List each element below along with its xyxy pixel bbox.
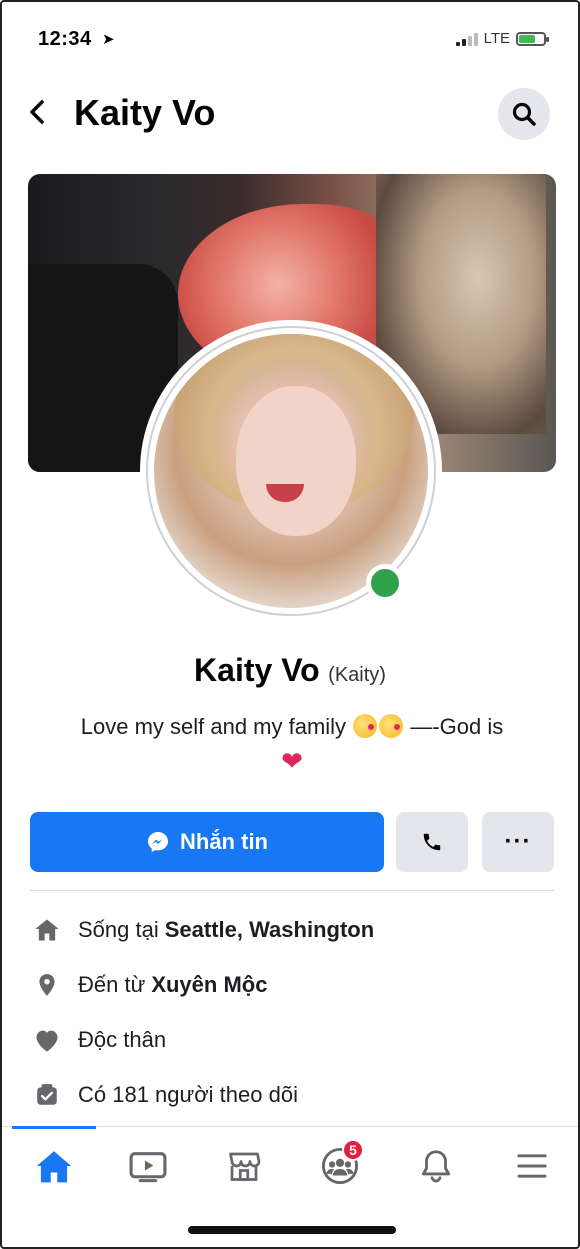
kiss-emoji-icon bbox=[353, 714, 378, 738]
search-button[interactable] bbox=[498, 88, 550, 140]
tab-home[interactable] bbox=[26, 1141, 82, 1191]
battery-icon bbox=[516, 31, 549, 46]
back-button[interactable] bbox=[22, 94, 52, 130]
page-title: Kaity Vo bbox=[74, 92, 216, 133]
kiss-emoji-icon bbox=[379, 714, 404, 738]
status-indicators: LTE bbox=[455, 30, 549, 47]
online-status-indicator bbox=[366, 564, 404, 602]
profile-name-main: Kaity Vo bbox=[194, 652, 320, 688]
lives-in-value[interactable]: Seattle, Washington bbox=[165, 917, 374, 943]
tab-watch[interactable] bbox=[120, 1141, 176, 1191]
menu-icon bbox=[517, 1154, 547, 1178]
messenger-icon bbox=[148, 832, 168, 852]
divider bbox=[30, 890, 554, 891]
home-icon bbox=[36, 1151, 72, 1183]
status-time: 12:34 bbox=[38, 28, 92, 50]
watch-icon bbox=[129, 1152, 167, 1183]
profile-name: Kaity Vo (Kaity) bbox=[2, 652, 578, 689]
tab-notifications[interactable] bbox=[408, 1141, 464, 1191]
location-pin-icon bbox=[30, 968, 64, 1002]
profile-alternate-name: (Kaity) bbox=[328, 664, 386, 686]
signal-icon bbox=[455, 32, 478, 46]
more-options-button[interactable]: ··· bbox=[482, 812, 554, 872]
from-value[interactable]: Xuyên Mộc bbox=[151, 972, 267, 998]
chevron-left-icon bbox=[30, 100, 44, 124]
marketplace-icon bbox=[229, 1152, 261, 1181]
bio-text-tail: —-God is bbox=[410, 714, 504, 739]
bell-icon bbox=[421, 1150, 451, 1183]
profile-actions: Nhắn tin ··· bbox=[30, 812, 554, 872]
active-tab-indicator bbox=[12, 1126, 96, 1129]
location-arrow-icon: ➤ bbox=[102, 31, 115, 48]
more-icon: ··· bbox=[504, 828, 532, 855]
info-followers[interactable]: Có 181 người theo dõi bbox=[30, 1067, 554, 1122]
profile-bio: Love my self and my family —-God is ❤ bbox=[22, 710, 562, 778]
search-icon bbox=[512, 102, 536, 126]
home-icon bbox=[30, 913, 64, 947]
heart-emoji-icon: ❤ bbox=[281, 746, 303, 776]
profile-header: Kaity Vo bbox=[2, 82, 578, 146]
tab-menu[interactable] bbox=[504, 1141, 560, 1191]
profile-intro: Sống tại Seattle, Washington Đến từ Xuyên … bbox=[30, 902, 554, 1122]
groups-notification-badge: 5 bbox=[342, 1139, 364, 1161]
info-lives-in[interactable]: Sống tại Seattle, Washington bbox=[30, 902, 554, 957]
phone-icon bbox=[423, 833, 441, 851]
bottom-nav: 5 bbox=[2, 1126, 578, 1206]
followers-icon bbox=[30, 1078, 64, 1112]
phone-screen: 12:34 ➤ LTE Kaity Vo Kaity Vo (Kaity) Lo… bbox=[0, 0, 580, 1249]
status-bar: 12:34 ➤ LTE bbox=[2, 24, 578, 60]
heart-icon bbox=[30, 1023, 64, 1057]
network-label: LTE bbox=[483, 30, 510, 47]
call-button[interactable] bbox=[396, 812, 468, 872]
tab-groups[interactable]: 5 bbox=[312, 1139, 368, 1191]
info-relationship: Độc thân bbox=[30, 1012, 554, 1067]
message-button[interactable]: Nhắn tin bbox=[30, 812, 384, 872]
bio-text: Love my self and my family bbox=[80, 714, 347, 739]
info-from[interactable]: Đến từ Xuyên Mộc bbox=[30, 957, 554, 1012]
tab-marketplace[interactable] bbox=[216, 1141, 272, 1191]
home-indicator[interactable] bbox=[188, 1226, 396, 1234]
message-button-label: Nhắn tin bbox=[180, 829, 268, 854]
